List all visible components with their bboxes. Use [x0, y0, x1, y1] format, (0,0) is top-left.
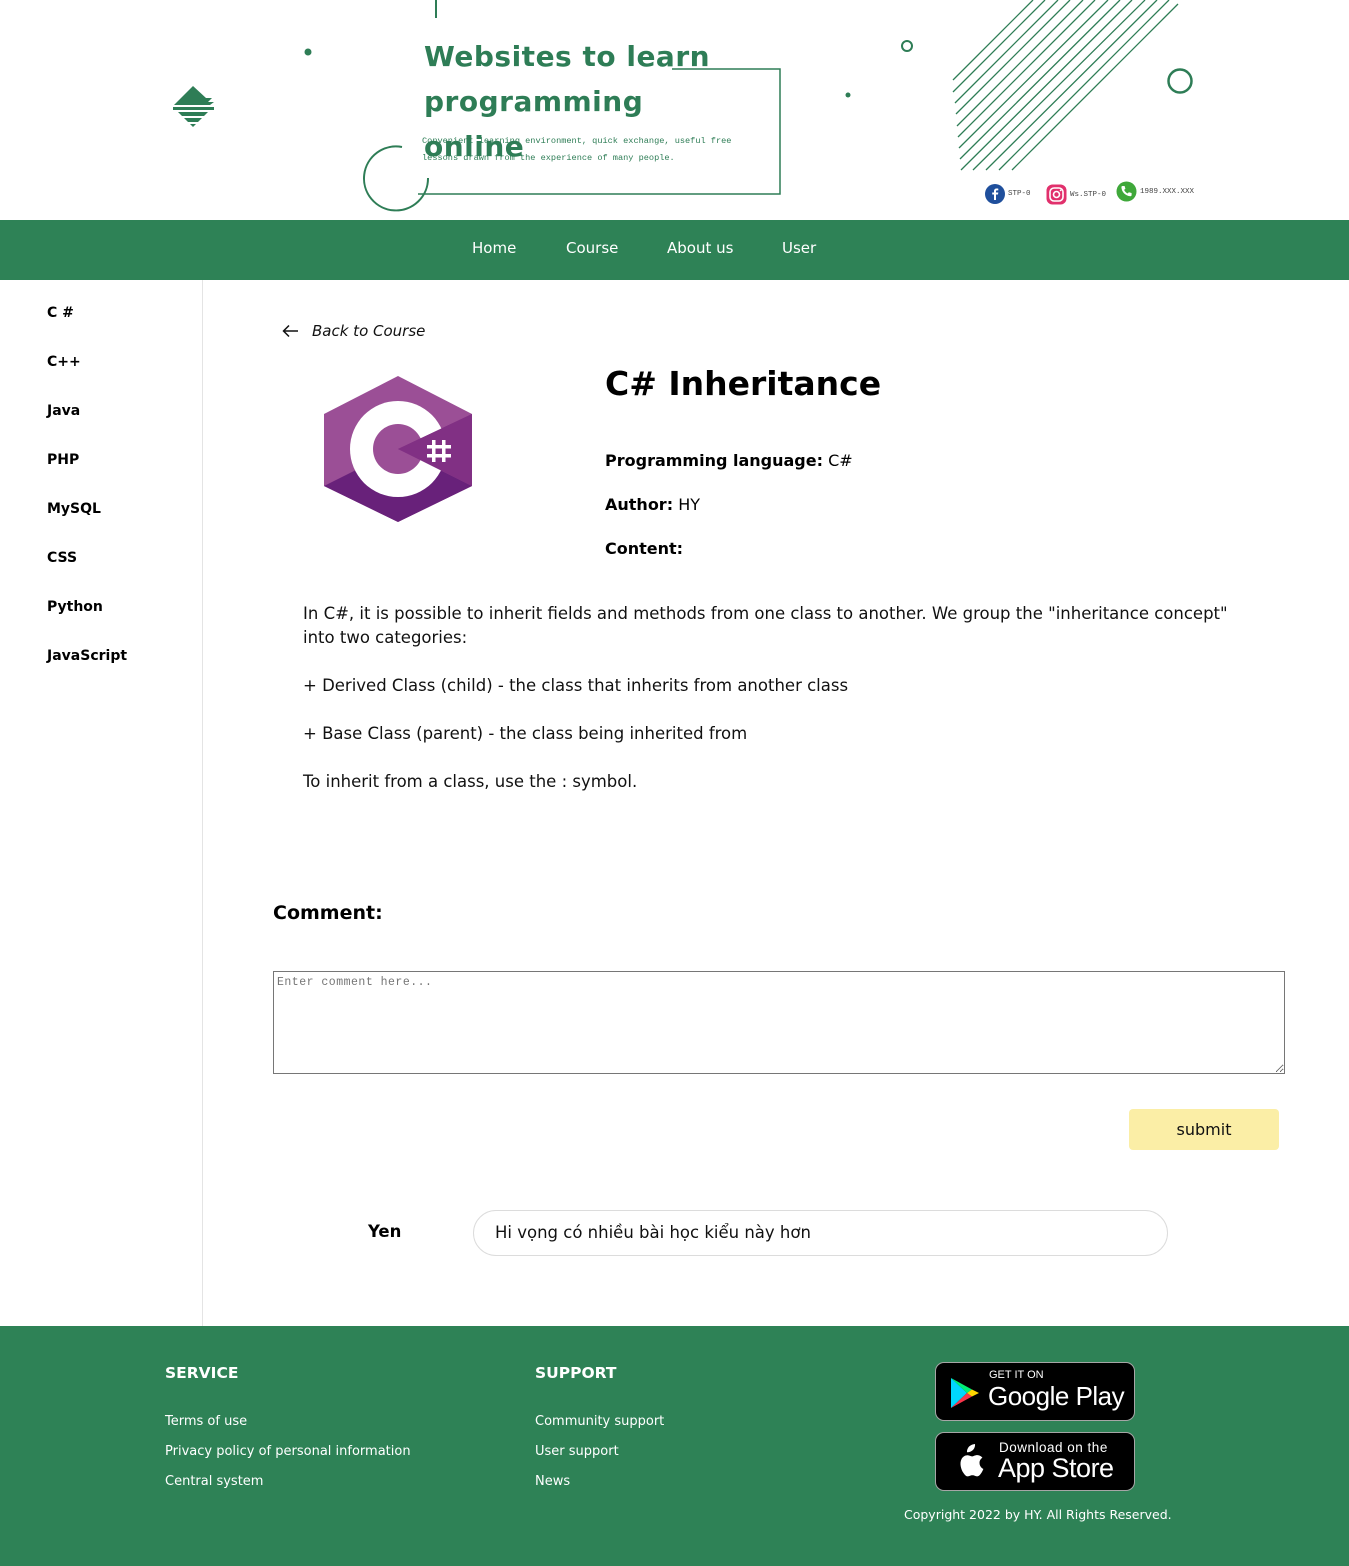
google-play-small-text: GET IT ON — [989, 1369, 1044, 1381]
footer-link-community-support[interactable]: Community support — [535, 1414, 664, 1429]
hero-subtitle-line1: Convenient learning environment, quick e… — [422, 136, 732, 146]
nav-user[interactable]: User — [782, 220, 816, 280]
site-banner: Websites to learn programming online Con… — [0, 0, 1349, 220]
sidebar-item-mysql[interactable]: MySQL — [47, 501, 101, 517]
content-paragraph: + Base Class (parent) - the class being … — [303, 724, 748, 743]
content-paragraph: To inherit from a class, use the : symbo… — [303, 772, 638, 791]
footer-link-terms[interactable]: Terms of use — [165, 1414, 247, 1429]
course-title: C# Inheritance — [605, 364, 882, 403]
google-play-icon — [951, 1378, 979, 1408]
content-paragraph: + Derived Class (child) - the class that… — [303, 676, 849, 695]
nav-home[interactable]: Home — [472, 220, 516, 280]
footer-link-central-system[interactable]: Central system — [165, 1474, 263, 1489]
language-meta: Programming language: C# — [605, 451, 853, 470]
content-label: Content: — [605, 539, 684, 558]
comment-author: Yen — [368, 1222, 402, 1241]
phone-icon — [1116, 181, 1137, 202]
support-heading: SUPPORT — [535, 1364, 617, 1382]
hero-subtitle: Convenient learning environment, quick e… — [422, 133, 752, 167]
apple-icon — [960, 1444, 984, 1477]
language-sidebar: C # C++ Java PHP MySQL CSS Python JavaSc… — [0, 280, 203, 1326]
sidebar-item-java[interactable]: Java — [47, 403, 80, 419]
facebook-label: STP-0 — [1008, 190, 1031, 198]
author-label: Author: — [605, 495, 674, 514]
facebook-icon — [985, 184, 1005, 204]
google-play-badge[interactable]: GET IT ON Google Play — [935, 1362, 1135, 1421]
author-value: HY — [678, 495, 700, 514]
sidebar-item-php[interactable]: PHP — [47, 452, 79, 468]
sidebar-item-python[interactable]: Python — [47, 599, 103, 615]
app-store-badge[interactable]: Download on the App Store — [935, 1432, 1135, 1491]
back-to-course-label: Back to Course — [312, 322, 426, 340]
comment-text: Hi vọng có nhiều bài học kiểu này hơn — [473, 1210, 1168, 1256]
site-logo-icon[interactable] — [170, 84, 216, 128]
sidebar-item-javascript[interactable]: JavaScript — [47, 648, 127, 664]
course-content: In C#, it is possible to inherit fields … — [303, 602, 1263, 818]
language-label: Programming language: — [605, 451, 824, 470]
author-meta: Author: HY — [605, 495, 700, 514]
sidebar-item-css[interactable]: CSS — [47, 550, 77, 566]
content-paragraph: In C#, it is possible to inherit fields … — [303, 604, 1228, 647]
copyright-text: Copyright 2022 by HY. All Rights Reserve… — [904, 1507, 1172, 1522]
sidebar-item-csharp[interactable]: C # — [47, 305, 74, 321]
phone-label: 1989.XXX.XXX — [1140, 187, 1195, 196]
content-meta: Content: — [605, 539, 683, 558]
instagram-label: Ws.STP-0 — [1070, 190, 1107, 199]
instagram-icon — [1046, 184, 1067, 205]
facebook-link[interactable]: STP-0 — [985, 184, 1031, 204]
footer-link-news[interactable]: News — [535, 1474, 570, 1489]
footer-link-user-support[interactable]: User support — [535, 1444, 619, 1459]
footer-link-privacy[interactable]: Privacy policy of personal information — [165, 1444, 411, 1459]
nav-about-us[interactable]: About us — [667, 220, 733, 280]
hero-title-line1: Websites to learn — [424, 40, 711, 73]
nav-course[interactable]: Course — [566, 220, 618, 280]
language-value: C# — [828, 451, 853, 470]
instagram-link[interactable]: Ws.STP-0 — [1046, 184, 1106, 205]
back-to-course-link[interactable]: Back to Course — [282, 322, 425, 340]
service-heading: SERVICE — [165, 1364, 239, 1382]
comment-heading: Comment: — [273, 902, 383, 924]
main-nav: Home Course About us User — [0, 220, 1349, 280]
submit-comment-button[interactable]: submit — [1129, 1109, 1279, 1150]
sidebar-item-cpp[interactable]: C++ — [47, 354, 81, 370]
site-footer: SERVICE Terms of use Privacy policy of p… — [0, 1326, 1349, 1566]
comment-input[interactable] — [273, 971, 1285, 1074]
phone-link[interactable]: 1989.XXX.XXX — [1116, 181, 1194, 202]
csharp-logo-icon — [324, 376, 472, 522]
hero-subtitle-line2: lessons drawn from the experience of man… — [422, 153, 675, 163]
google-play-big-text: Google Play — [988, 1381, 1125, 1411]
app-store-big-text: App Store — [998, 1453, 1114, 1483]
arrow-left-icon — [282, 324, 298, 338]
